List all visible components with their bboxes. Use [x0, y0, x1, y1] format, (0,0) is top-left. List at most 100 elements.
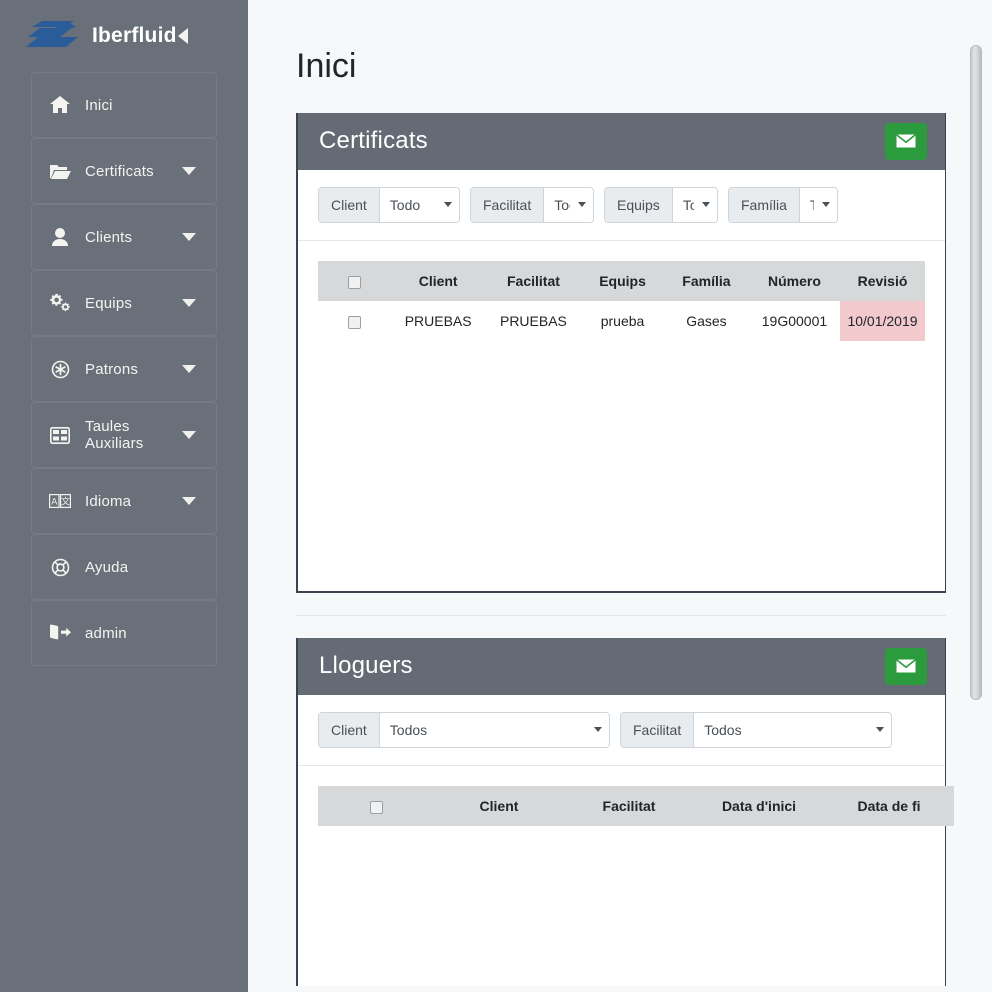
app-root: Iberfluid Inici Certific: [0, 0, 992, 992]
lloguers-card: Lloguers Client Tod: [296, 638, 946, 986]
sidebar-item-equips[interactable]: Equips: [31, 270, 217, 336]
cell-familia: Gases: [664, 301, 749, 341]
lloguers-card-header: Lloguers: [298, 638, 945, 695]
certificats-table-empty-space: [318, 341, 925, 591]
row-select-cell: [318, 301, 391, 341]
sidebar-item-label: Taules Auxiliars: [85, 418, 182, 452]
sidebar-item-taules-auxiliars[interactable]: Taules Auxiliars: [31, 402, 217, 468]
lifebuoy-icon: [47, 556, 73, 578]
lloguers-table: Client Facilitat Data d'inici Data de fi: [318, 786, 954, 826]
lloguers-table-empty-space: [318, 826, 925, 986]
home-icon: [47, 94, 73, 116]
filter-facilitat-label: Facilitat: [471, 188, 544, 222]
row-checkbox[interactable]: [348, 316, 361, 329]
lloguers-filter-facilitat-value: Todos: [704, 722, 741, 738]
filter-familia-label: Família: [729, 188, 800, 222]
envelope-icon: [895, 133, 917, 149]
filter-facilitat-select[interactable]: Tod: [544, 188, 593, 222]
iberfluid-logo: [24, 19, 82, 53]
chevron-down-icon: [702, 202, 710, 207]
folder-open-icon: [47, 160, 73, 182]
sidebar-item-label: Clients: [85, 229, 182, 246]
lloguers-filter-client: Client Todos: [318, 712, 610, 748]
select-all-header: [318, 261, 391, 301]
certificats-title: Certificats: [319, 127, 885, 155]
sidebar-item-certificats[interactable]: Certificats: [31, 138, 217, 204]
cell-equips: prueba: [581, 301, 664, 341]
certificats-card-header: Certificats: [298, 113, 945, 170]
filter-equips-value: Todo: [683, 197, 694, 213]
table-header-row: Client Facilitat Equips Família Número R…: [318, 261, 925, 301]
cell-numero: 19G00001: [749, 301, 840, 341]
chevron-down-icon: [578, 202, 586, 207]
chevron-down-icon[interactable]: [182, 497, 196, 505]
sidebar-item-clients[interactable]: Clients: [31, 204, 217, 270]
user-icon: [47, 226, 73, 248]
col-equips[interactable]: Equips: [581, 261, 664, 301]
certificats-table: Client Facilitat Equips Família Número R…: [318, 261, 925, 341]
table-row[interactable]: PRUEBAS PRUEBAS prueba Gases 19G00001 10…: [318, 301, 925, 341]
lloguers-filter-client-value: Todos: [390, 722, 427, 738]
col-revisio[interactable]: Revisió: [840, 261, 925, 301]
filter-familia: Família Tod: [728, 187, 838, 223]
col-numero[interactable]: Número: [749, 261, 840, 301]
filter-equips-select[interactable]: Todo: [673, 188, 717, 222]
filter-equips: Equips Todo: [604, 187, 718, 223]
sign-out-icon: [47, 622, 73, 644]
lloguers-filter-client-label: Client: [319, 713, 380, 747]
certificats-table-wrap: Client Facilitat Equips Família Número R…: [298, 241, 945, 591]
filter-familia-select[interactable]: Tod: [800, 188, 837, 222]
chevron-down-icon[interactable]: [182, 365, 196, 373]
language-icon: A 文: [47, 490, 73, 512]
brand-name: Iberfluid: [92, 24, 178, 48]
sidebar-item-patrons[interactable]: Patrons: [31, 336, 217, 402]
col-client[interactable]: Client: [391, 261, 486, 301]
lloguers-filter-bar: Client Todos Facilitat Todos: [298, 695, 945, 766]
sidebar-nav: Inici Certificats: [0, 72, 248, 666]
chevron-down-icon[interactable]: [182, 167, 196, 175]
sidebar-item-inici[interactable]: Inici: [31, 72, 217, 138]
col-client[interactable]: Client: [434, 786, 564, 826]
col-facilitat[interactable]: Facilitat: [564, 786, 694, 826]
col-familia[interactable]: Família: [664, 261, 749, 301]
lloguers-filter-facilitat: Facilitat Todos: [620, 712, 892, 748]
chevron-down-icon: [822, 202, 830, 207]
cogs-icon: [47, 292, 73, 314]
sidebar-item-label: Patrons: [85, 361, 182, 378]
filter-client-select[interactable]: Todo: [380, 188, 459, 222]
sidebar: Iberfluid Inici Certific: [0, 0, 248, 992]
lloguers-filter-client-select[interactable]: Todos: [380, 713, 609, 747]
lloguers-mail-button[interactable]: [885, 648, 927, 685]
col-data-fi[interactable]: Data de fi: [824, 786, 954, 826]
table-header-row: Client Facilitat Data d'inici Data de fi: [318, 786, 954, 826]
lloguers-title: Lloguers: [319, 652, 885, 680]
sidebar-item-label: Certificats: [85, 163, 182, 180]
sidebar-item-idioma[interactable]: A 文 Idioma: [31, 468, 217, 534]
vertical-scrollbar-thumb[interactable]: [970, 45, 982, 700]
sidebar-item-ayuda[interactable]: Ayuda: [31, 534, 217, 600]
sidebar-item-admin[interactable]: admin: [31, 600, 217, 666]
svg-text:文: 文: [61, 495, 70, 507]
certificats-filter-bar: Client Todo Facilitat Tod: [298, 170, 945, 241]
select-all-checkbox[interactable]: [370, 801, 383, 814]
panel-divider: [296, 615, 946, 616]
filter-facilitat: Facilitat Tod: [470, 187, 594, 223]
chevron-down-icon[interactable]: [182, 431, 196, 439]
certificats-mail-button[interactable]: [885, 123, 927, 160]
vertical-scrollbar-track[interactable]: [969, 0, 983, 992]
sidebar-item-label: Equips: [85, 295, 182, 312]
chevron-down-icon[interactable]: [182, 299, 196, 307]
select-all-header: [318, 786, 434, 826]
col-data-inici[interactable]: Data d'inici: [694, 786, 824, 826]
lloguers-filter-facilitat-select[interactable]: Todos: [694, 713, 891, 747]
chevron-down-icon[interactable]: [182, 233, 196, 241]
chevron-down-icon: [444, 202, 452, 207]
filter-client: Client Todo: [318, 187, 460, 223]
filter-client-label: Client: [319, 188, 380, 222]
select-all-checkbox[interactable]: [348, 276, 361, 289]
cell-facilitat: PRUEBAS: [486, 301, 581, 341]
envelope-icon: [895, 658, 917, 674]
sidebar-item-label: Ayuda: [85, 559, 202, 576]
col-facilitat[interactable]: Facilitat: [486, 261, 581, 301]
collapse-left-icon[interactable]: [178, 28, 188, 44]
